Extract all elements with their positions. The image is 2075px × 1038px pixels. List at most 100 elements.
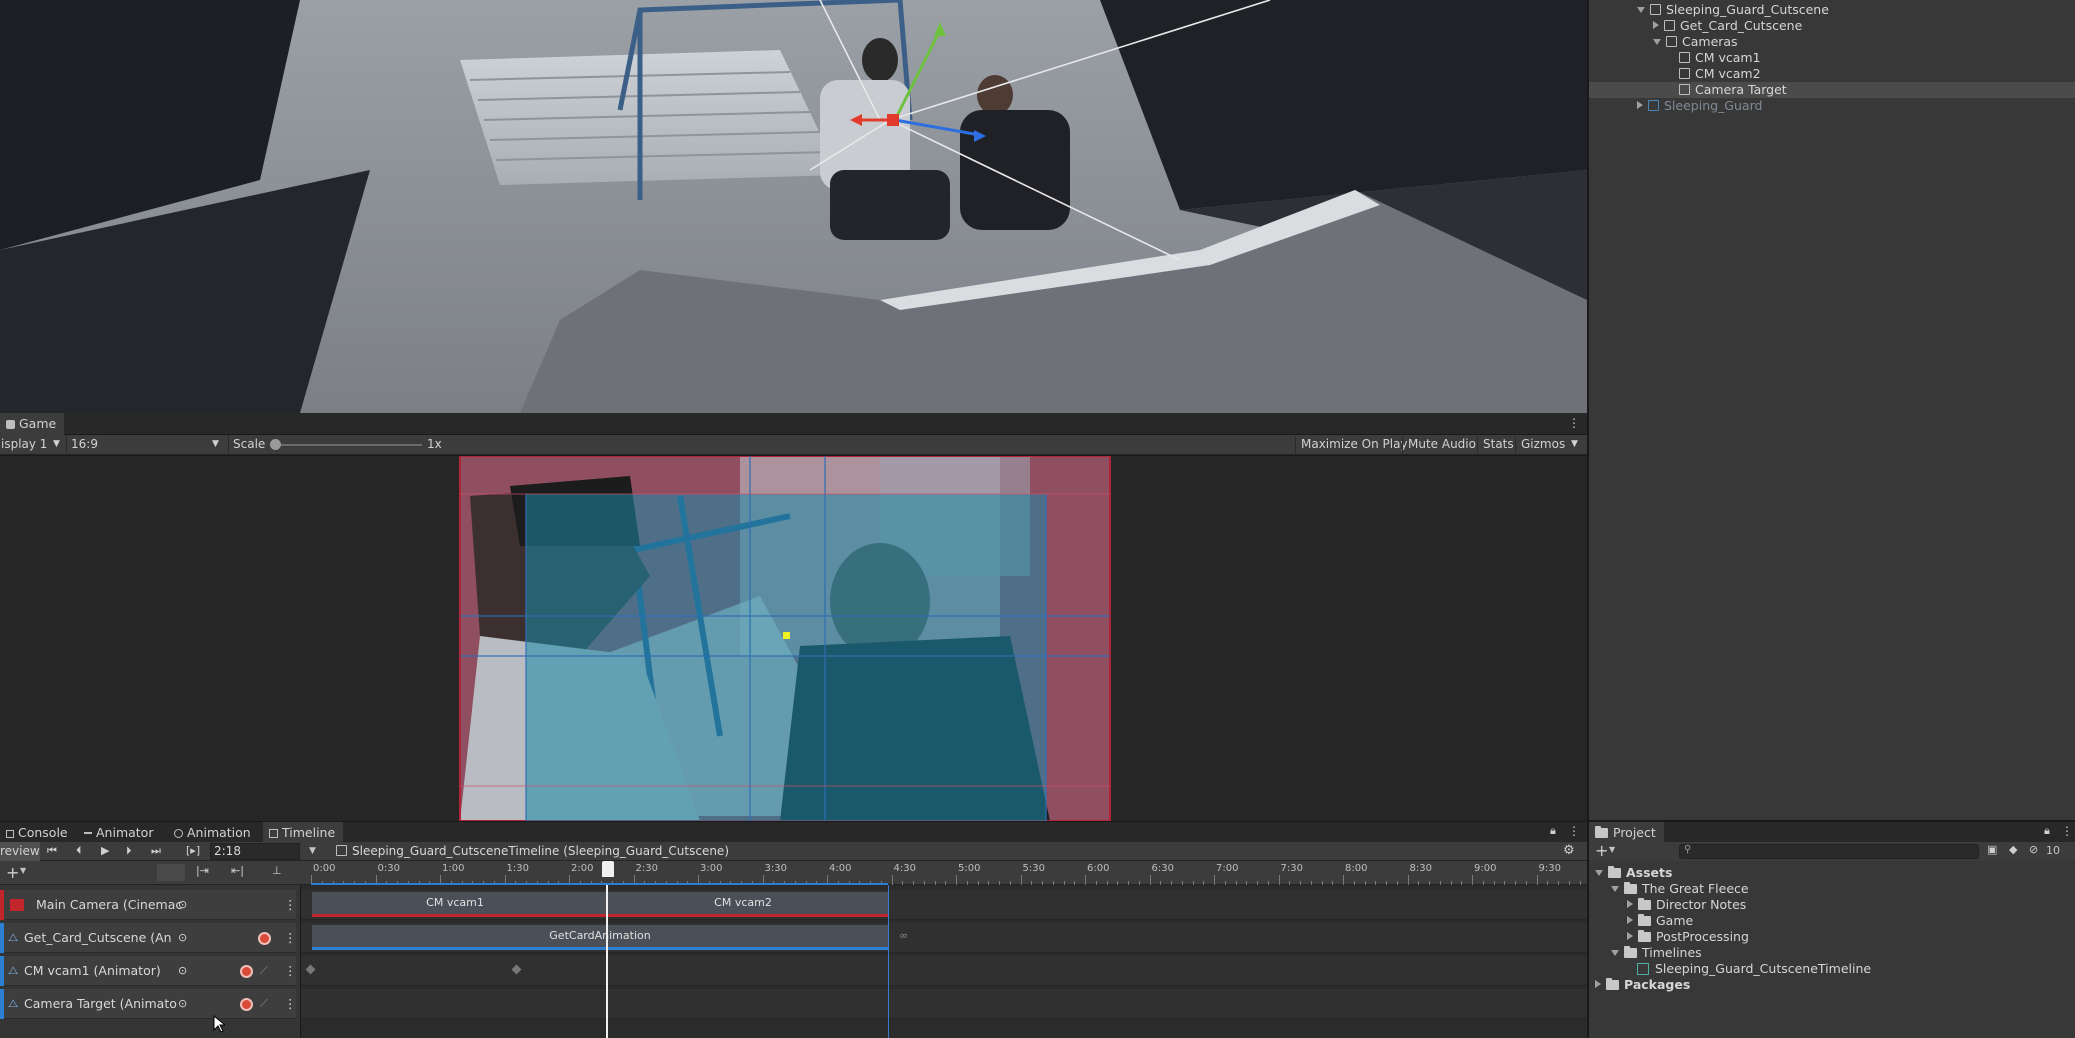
clip-get-card-animation[interactable]: GetCardAnimation xyxy=(312,925,888,950)
object-picker-icon[interactable]: ⊙ xyxy=(178,989,187,1019)
play-icon[interactable]: ▶ xyxy=(101,842,109,860)
lock-icon[interactable]: 🔒︎ xyxy=(1550,824,1556,838)
keyframe[interactable] xyxy=(305,964,316,975)
prev-frame-icon[interactable]: ⏴ xyxy=(76,842,82,860)
hierarchy-item[interactable]: Cameras xyxy=(1653,34,1738,50)
tab-game[interactable]: Game xyxy=(0,413,65,435)
hierarchy-item-disabled[interactable]: Sleeping_Guard xyxy=(1637,98,1762,114)
hierarchy-item-selected[interactable]: Camera Target xyxy=(1679,82,1787,98)
track-head-cm-vcam1[interactable]: ⧍ CM vcam1 (Animator) ⊙ ⟋ ⋮ xyxy=(0,956,297,986)
tracks-area[interactable]: CM vcam1 CM vcam2 GetCardAnimation ∞ xyxy=(301,885,1587,1038)
hierarchy-item[interactable]: CM vcam1 xyxy=(1679,50,1761,66)
expand-arrow-icon[interactable] xyxy=(1611,950,1619,956)
tab-timeline[interactable]: Timeline xyxy=(263,822,344,844)
ripple-mode-icon[interactable]: |⇥ xyxy=(196,864,209,877)
record-icon[interactable] xyxy=(240,998,253,1011)
filter-label-icon[interactable]: ◆ xyxy=(2009,843,2017,856)
curves-toggle-icon[interactable] xyxy=(157,864,185,881)
expand-arrow-icon[interactable] xyxy=(1595,870,1603,876)
curves-icon[interactable]: ⟋ xyxy=(260,989,268,1019)
playhead-line[interactable] xyxy=(606,885,608,1038)
object-picker-icon[interactable]: ⊙ xyxy=(178,923,187,953)
hidden-packages-icon[interactable]: ⊘ xyxy=(2029,843,2038,856)
scene-view[interactable] xyxy=(0,0,1587,413)
object-picker-icon[interactable]: ⊙ xyxy=(178,956,187,986)
track-head-camera-target[interactable]: ⧍ Camera Target (Animato ⊙ ⟋ ⋮ xyxy=(0,989,297,1019)
track-menu-icon[interactable]: ⋮ xyxy=(284,956,297,986)
pin-icon[interactable]: ⊥ xyxy=(272,864,282,877)
expand-arrow-icon[interactable] xyxy=(1637,7,1645,13)
track-row-camera-target xyxy=(301,989,1587,1019)
create-dropdown-icon[interactable]: ▼ xyxy=(1609,845,1615,854)
track-menu-icon[interactable]: ⋮ xyxy=(284,890,297,920)
game-view[interactable] xyxy=(0,456,1587,821)
project-item[interactable]: Director Notes xyxy=(1627,897,1746,913)
project-item[interactable]: PostProcessing xyxy=(1627,929,1749,945)
more-options-icon[interactable]: ⋮ xyxy=(1568,824,1580,838)
project-item[interactable]: Timelines xyxy=(1611,945,1702,961)
goto-start-icon[interactable]: ⏮ xyxy=(47,842,57,860)
aspect-dropdown[interactable]: 16:9 ▼ xyxy=(66,435,226,455)
hierarchy-item[interactable]: CM vcam2 xyxy=(1679,66,1761,82)
hierarchy-item[interactable]: Get_Card_Cutscene xyxy=(1653,18,1802,34)
gizmos-button[interactable]: Gizmos xyxy=(1515,436,1570,454)
animation-track-icon: ⧍ xyxy=(8,997,19,1010)
add-track-icon[interactable]: + xyxy=(6,863,19,882)
object-picker-icon[interactable]: ⊙ xyxy=(178,890,187,920)
preview-button[interactable]: review xyxy=(0,842,40,861)
expand-arrow-icon[interactable] xyxy=(1627,916,1633,924)
more-options-icon[interactable]: ⋮ xyxy=(1568,416,1580,430)
time-ruler[interactable]: 0:00 0:30 1:00 1:30 2:00 2:30 3:00 3:30 4:00 4:30… xyxy=(301,861,1592,885)
record-icon[interactable] xyxy=(258,932,271,945)
track-menu-icon[interactable]: ⋮ xyxy=(284,923,297,953)
project-item[interactable]: Packages xyxy=(1595,977,1690,993)
project-item[interactable]: Game xyxy=(1627,913,1693,929)
mute-audio-button[interactable]: Mute Audio xyxy=(1402,436,1481,454)
expand-arrow-icon[interactable] xyxy=(1627,900,1633,908)
filter-type-icon[interactable]: ▣ xyxy=(1987,843,1997,856)
expand-arrow-icon[interactable] xyxy=(1637,101,1643,109)
goto-end-icon[interactable]: ⏭ xyxy=(151,842,161,860)
next-frame-icon[interactable]: ⏵ xyxy=(126,842,132,860)
playhead-handle[interactable] xyxy=(602,861,614,877)
curves-icon[interactable]: ⟋ xyxy=(260,956,268,986)
project-item[interactable]: Assets xyxy=(1595,865,1672,881)
record-icon[interactable] xyxy=(240,965,253,978)
clip-cm-vcam2[interactable]: CM vcam2 xyxy=(598,892,888,917)
display-dropdown[interactable]: isplay 1 ▼ xyxy=(0,435,64,455)
play-range-icon[interactable]: [▸] xyxy=(186,842,200,860)
project-search-input[interactable]: ⚲ xyxy=(1679,844,1979,859)
expand-arrow-icon[interactable] xyxy=(1595,980,1601,988)
expand-arrow-icon[interactable] xyxy=(1653,39,1661,45)
maximize-on-play-button[interactable]: Maximize On Play xyxy=(1295,436,1413,454)
expand-arrow-icon[interactable] xyxy=(1611,886,1619,892)
track-menu-icon[interactable]: ⋮ xyxy=(284,989,297,1019)
tab-animator[interactable]: Animator xyxy=(78,822,162,844)
project-item[interactable]: Sleeping_Guard_CutsceneTimeline xyxy=(1637,961,1871,977)
gizmos-dropdown-arrow-icon[interactable]: ▼ xyxy=(1571,435,1578,454)
expand-arrow-icon[interactable] xyxy=(1653,21,1659,29)
track-head-main-camera[interactable]: Main Camera (Cinemac ⊙ ⋮ xyxy=(0,890,297,920)
folder-icon xyxy=(1638,914,1651,926)
scale-slider[interactable] xyxy=(272,444,422,446)
clip-cm-vcam1[interactable]: CM vcam1 xyxy=(312,892,598,917)
timeline-dropdown-arrow-icon[interactable]: ▼ xyxy=(309,842,316,860)
settings-gear-icon[interactable]: ⚙ xyxy=(1563,842,1575,860)
track-head-get-card[interactable]: ⧍ Get_Card_Cutscene (An ⊙ ⋮ xyxy=(0,923,297,953)
stats-button[interactable]: Stats xyxy=(1477,436,1519,454)
keyframe[interactable] xyxy=(511,964,522,975)
timeline-asset-path[interactable]: Sleeping_Guard_CutsceneTimeline (Sleepin… xyxy=(336,842,729,860)
snap-icon[interactable]: ⇤| xyxy=(231,864,244,877)
tab-animation[interactable]: Animation xyxy=(168,822,259,844)
lock-icon[interactable]: 🔒︎ xyxy=(2044,824,2050,838)
hierarchy-item[interactable]: Sleeping_Guard_Cutscene xyxy=(1637,2,1829,18)
add-track-dropdown-icon[interactable]: ▼ xyxy=(20,866,26,875)
scale-slider-handle[interactable] xyxy=(270,439,281,450)
create-icon[interactable]: + xyxy=(1595,841,1608,860)
current-time-field[interactable]: 2:18 xyxy=(210,843,300,860)
project-item[interactable]: The Great Fleece xyxy=(1611,881,1749,897)
expand-arrow-icon[interactable] xyxy=(1627,932,1633,940)
tab-console[interactable]: Console xyxy=(0,822,76,844)
mouse-cursor-icon xyxy=(213,1015,225,1033)
more-options-icon[interactable]: ⋮ xyxy=(2061,824,2073,838)
